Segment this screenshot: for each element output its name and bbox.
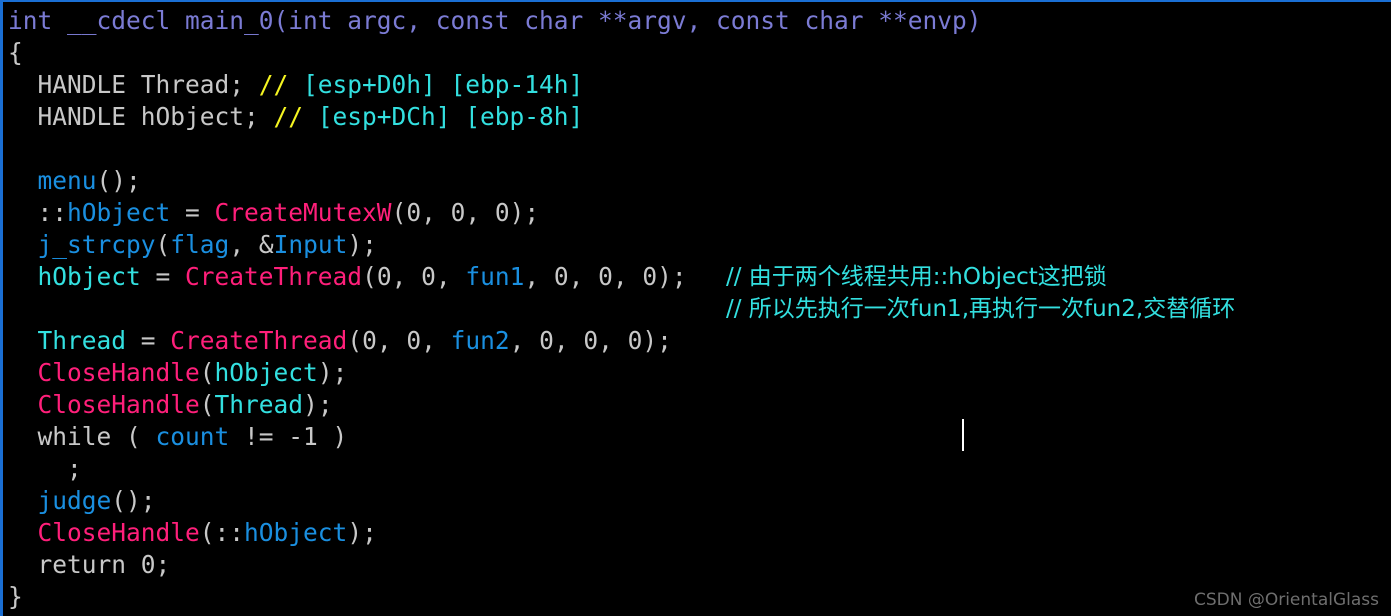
code-token: , 0, 0, 0); <box>509 326 672 355</box>
code-token: Thread <box>37 326 127 355</box>
code-token: (0, 0, <box>347 326 451 355</box>
code-token: fun2 <box>450 326 510 355</box>
code-line[interactable]: HANDLE hObject; // [esp+DCh] [ebp-8h] <box>8 101 982 133</box>
code-token: , 0, 0, 0); <box>524 262 687 291</box>
code-token: Input <box>273 230 348 259</box>
code-token: (:: <box>199 518 245 547</box>
inline-comment[interactable]: // 由于两个线程共用::hObject这把锁 <box>726 261 1107 293</box>
code-token: fun1 <box>465 262 525 291</box>
code-line[interactable]: CloseHandle(Thread); <box>8 389 982 421</box>
code-line[interactable]: return 0; <box>8 549 982 581</box>
code-token: = <box>170 198 215 227</box>
code-token: menu <box>37 166 97 195</box>
code-token: CloseHandle <box>37 390 200 419</box>
code-token: CreateThread <box>170 326 348 355</box>
code-token: ( <box>155 230 171 259</box>
code-token: hObject <box>244 518 348 547</box>
code-token: [esp+D0h] [ebp-14h] <box>303 70 584 99</box>
code-token: HANDLE hObject; <box>8 102 274 131</box>
code-token: ); <box>347 518 377 547</box>
code-listing[interactable]: int __cdecl main_0(int argc, const char … <box>3 2 1235 613</box>
code-line[interactable]: while ( count != -1 ) <box>8 421 982 453</box>
code-line[interactable]: Thread = CreateThread(0, 0, fun2, 0, 0, … <box>8 325 982 357</box>
code-token: { <box>8 38 23 67</box>
code-token: } <box>8 582 23 611</box>
code-token: hObject <box>67 198 171 227</box>
code-line[interactable]: int __cdecl main_0(int argc, const char … <box>8 5 982 37</box>
code-token: // <box>258 70 304 99</box>
code-token: CreateMutexW <box>214 198 392 227</box>
code-line[interactable]: menu(); <box>8 165 982 197</box>
code-token: Thread <box>214 390 304 419</box>
code-token: = <box>126 326 171 355</box>
code-token: ; <box>8 454 82 483</box>
code-token: int __cdecl main_0(int argc, const char … <box>8 6 982 35</box>
code-token: j_strcpy <box>37 230 156 259</box>
code-line[interactable]: // 所以先执行一次fun1,再执行一次fun2,交替循环 <box>8 293 1235 325</box>
code-token: ); <box>347 230 377 259</box>
watermark-label: CSDN @OrientalGlass <box>1193 590 1379 610</box>
code-line[interactable]: hObject = CreateThread(0, 0, fun1, 0, 0,… <box>8 261 1107 293</box>
code-token: , & <box>229 230 274 259</box>
code-token: ); <box>317 358 348 387</box>
code-line[interactable]: CloseHandle(::hObject); <box>8 517 982 549</box>
code-token: ( <box>199 358 215 387</box>
code-token: hObject <box>214 358 318 387</box>
code-token: = <box>140 262 186 291</box>
code-token: (0, 0, <box>362 262 466 291</box>
code-token: count <box>155 422 230 451</box>
code-line[interactable]: { <box>8 37 982 69</box>
code-token: (); <box>111 486 156 515</box>
code-token: while ( <box>8 422 156 451</box>
code-line[interactable]: ; <box>8 453 982 485</box>
code-token: judge <box>37 486 112 515</box>
code-token: [esp+DCh] [ebp-8h] <box>317 102 584 131</box>
text-caret <box>962 419 964 451</box>
code-line[interactable]: ::hObject = CreateMutexW(0, 0, 0); <box>8 197 982 229</box>
code-line[interactable]: HANDLE Thread; // [esp+D0h] [ebp-14h] <box>8 69 982 101</box>
code-line[interactable] <box>8 133 982 165</box>
code-token: (0, 0, 0); <box>391 198 540 227</box>
code-line[interactable]: j_strcpy(flag, &Input); <box>8 229 982 261</box>
code-token: :: <box>8 198 68 227</box>
code-line[interactable]: CloseHandle(hObject); <box>8 357 982 389</box>
inline-comment[interactable]: // 所以先执行一次fun1,再执行一次fun2,交替循环 <box>726 293 1235 325</box>
code-token: CloseHandle <box>37 518 200 547</box>
code-token: // <box>273 102 318 131</box>
code-line[interactable]: judge(); <box>8 485 982 517</box>
code-token: != -1 ) <box>229 422 348 451</box>
code-token: ); <box>303 390 333 419</box>
code-token: hObject <box>37 262 141 291</box>
code-token: CreateThread <box>185 262 363 291</box>
code-token: return 0; <box>8 550 171 579</box>
code-token: ( <box>199 390 215 419</box>
code-token: flag <box>170 230 230 259</box>
code-token: CloseHandle <box>37 358 200 387</box>
code-token: HANDLE Thread; <box>8 70 259 99</box>
pseudocode-viewport[interactable]: int __cdecl main_0(int argc, const char … <box>0 0 1391 616</box>
code-token: (); <box>96 166 141 195</box>
code-line[interactable]: } <box>8 581 982 613</box>
